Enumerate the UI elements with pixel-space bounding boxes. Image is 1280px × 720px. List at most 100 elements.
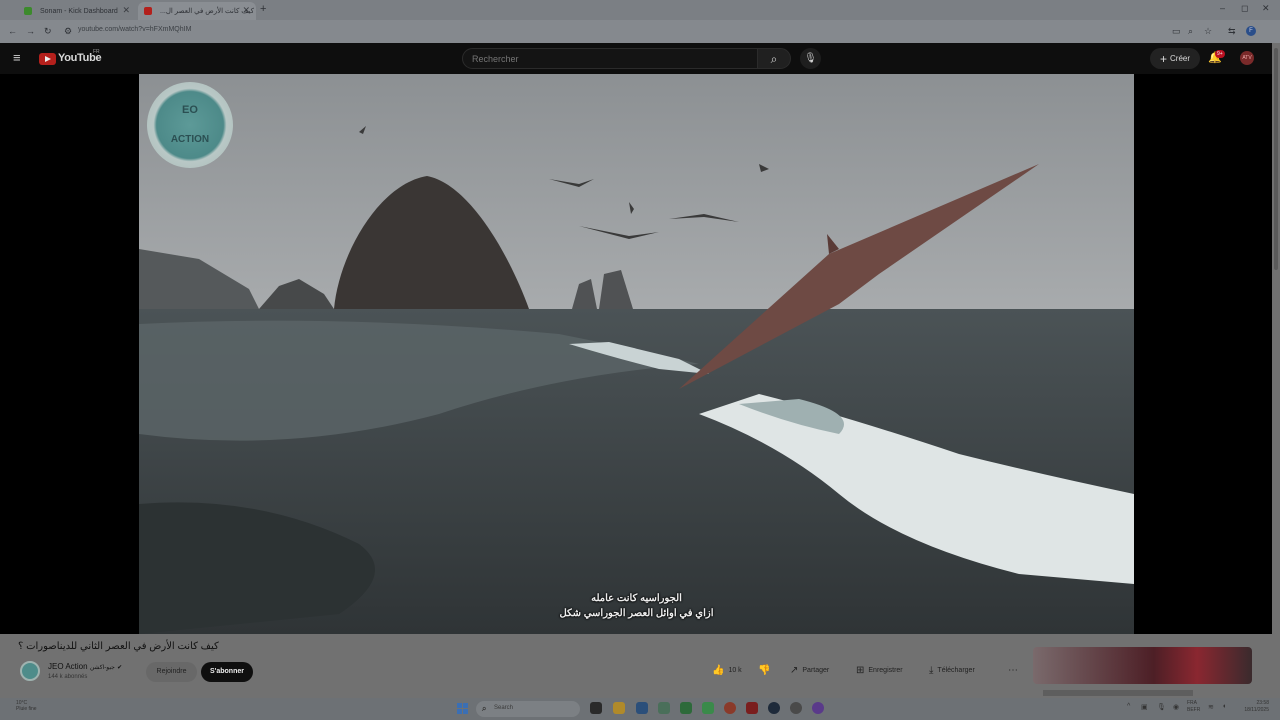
back-icon[interactable]: ← — [8, 26, 17, 36]
more-icon: ⋯ — [1008, 665, 1018, 676]
download-button[interactable]: ⤓ Télécharger — [929, 665, 975, 676]
maximize-button[interactable]: ◻ — [1241, 3, 1248, 14]
address-bar-row — [0, 20, 1280, 43]
close-window-button[interactable]: ✕ — [1262, 3, 1270, 14]
subscribe-button[interactable]: S'abonner — [201, 662, 253, 682]
file-explorer-icon[interactable] — [613, 702, 625, 714]
voice-search-button[interactable]: 🎙 — [800, 48, 821, 69]
channel-watermark-logo: EO ACTION — [147, 82, 233, 168]
taskbar-search[interactable]: ⌕ Search — [476, 701, 580, 717]
tab-kick-dashboard[interactable]: Sonam - Kick Dashboard ✕ — [18, 2, 136, 20]
reload-icon[interactable]: ↻ — [44, 26, 52, 37]
clock-date: 18/11/2025 — [1244, 707, 1269, 713]
share-icon: ↗ — [790, 665, 799, 676]
zoom-icon[interactable]: ⌕ — [1188, 26, 1193, 37]
subscriber-count: 144 k abonnés — [48, 674, 88, 680]
verified-icon: ✔ — [117, 665, 123, 671]
extensions-icon[interactable]: ⇆ — [1228, 26, 1236, 37]
youtube-favicon-icon — [144, 7, 152, 15]
subtitle-line-2: ازاي في اوائل العصر الجوراسي شكل — [559, 608, 714, 619]
video-title: كيف كانت الأرض في العصر الثاني للديناصور… — [18, 641, 219, 652]
site-info-icon[interactable]: ⚙ — [64, 26, 72, 37]
tab-title: Sonam - Kick Dashboard — [40, 7, 118, 15]
scrollbar-thumb[interactable] — [1274, 48, 1278, 270]
tab-youtube-video[interactable]: كيف كانت الأرض في العصر ال... ✕ — [138, 2, 256, 20]
download-icon: ⤓ — [929, 665, 934, 676]
recommended-video-title[interactable] — [1043, 690, 1193, 696]
forward-icon[interactable]: → — [26, 26, 35, 36]
weather-widget[interactable]: 10°C Pluie fine — [16, 700, 37, 712]
store-icon[interactable] — [636, 702, 648, 714]
minimize-button[interactable]: – — [1220, 3, 1225, 13]
language-code: FRA — [1187, 700, 1197, 706]
kick-favicon-icon — [24, 7, 32, 15]
search-input[interactable] — [462, 48, 758, 69]
create-button[interactable]: + Créer — [1150, 48, 1200, 69]
microphone-icon: 🎙 — [804, 53, 817, 64]
recommended-video-thumbnail[interactable] — [1033, 647, 1252, 684]
search-icon: ⌕ — [770, 52, 778, 66]
app-icon[interactable] — [658, 702, 670, 714]
share-button[interactable]: ↗ Partager — [790, 665, 829, 676]
user-avatar[interactable]: ATV — [1240, 51, 1254, 65]
plus-icon: + — [1159, 51, 1167, 66]
close-tab-icon[interactable]: ✕ — [242, 5, 250, 16]
tab-title: كيف كانت الأرض في العصر ال... — [160, 8, 254, 15]
share-label: Partager — [802, 667, 830, 674]
save-button[interactable]: ⊞ Enregistrer — [856, 665, 903, 676]
create-label: Créer — [1170, 54, 1191, 63]
channel-name-text: JEO Action — [48, 662, 88, 671]
wifi-icon[interactable]: ≋ — [1208, 703, 1214, 711]
search-button[interactable]: ⌕ — [757, 48, 791, 69]
volume-icon[interactable]: ◖ — [1222, 703, 1226, 710]
youtube-logo-icon[interactable] — [39, 53, 56, 65]
language-indicator[interactable]: FRA BEFR — [1187, 700, 1200, 714]
tray-mic-icon[interactable]: 🎙 — [1157, 703, 1166, 711]
new-tab-button[interactable]: + — [260, 3, 266, 15]
steam-icon[interactable] — [768, 702, 780, 714]
tray-app2-icon[interactable]: ◉ — [1173, 703, 1179, 711]
url-field[interactable]: youtube.com/watch?v=hFXmMQhIM — [78, 26, 191, 33]
clock-time: 23:58 — [1256, 700, 1269, 706]
region-code: FR — [93, 49, 100, 55]
like-button[interactable]: 👍 10 k — [712, 665, 742, 676]
whatsapp-icon[interactable] — [702, 702, 714, 714]
thumbs-up-icon: 👍 — [712, 665, 725, 676]
save-label: Enregistrer — [868, 667, 903, 674]
taskbar-search-placeholder: Search — [494, 705, 514, 711]
watermark-text-top: EO — [182, 104, 198, 116]
dislike-button[interactable]: 👎 — [758, 665, 770, 676]
search-icon: ⌕ — [482, 704, 487, 713]
channel-name-arabic: جيو-اكشن — [89, 665, 115, 671]
browser-profile-avatar[interactable]: F — [1246, 26, 1256, 36]
join-button[interactable]: Rejoindre — [146, 662, 197, 682]
taskbar-clock[interactable]: 23:58 18/11/2025 — [1237, 700, 1269, 714]
acrobat-icon[interactable] — [746, 702, 758, 714]
bookmark-icon: ⊞ — [856, 665, 865, 676]
notification-badge: 9+ — [1215, 50, 1225, 58]
more-actions-button[interactable]: ⋯ — [1008, 665, 1018, 676]
cast-icon[interactable]: ▭ — [1172, 26, 1181, 37]
menu-icon[interactable]: ≡ — [13, 51, 21, 64]
channel-avatar[interactable] — [20, 661, 40, 681]
video-frame[interactable] — [139, 74, 1134, 634]
thumbs-down-icon: 👎 — [758, 665, 771, 676]
excel-icon[interactable] — [680, 702, 692, 714]
like-count: 10 k — [728, 667, 742, 674]
channel-name[interactable]: JEO Action جيو-اكشن ✔ — [48, 662, 122, 671]
messenger-icon[interactable] — [812, 702, 824, 714]
weather-desc: Pluie fine — [16, 706, 37, 712]
settings-icon[interactable] — [790, 702, 802, 714]
tray-chevron-icon[interactable]: ^ — [1127, 703, 1130, 710]
chrome-icon[interactable] — [724, 702, 736, 714]
close-tab-icon[interactable]: ✕ — [122, 5, 130, 16]
start-button[interactable] — [457, 703, 468, 714]
video-scene — [139, 74, 1134, 634]
download-label: Télécharger — [937, 667, 975, 674]
subtitle-line-1: الجوراسيه كانت عامله — [591, 593, 682, 604]
watermark-text-bottom: ACTION — [170, 134, 210, 145]
bookmark-star-icon[interactable]: ☆ — [1204, 26, 1212, 37]
language-layout: BEFR — [1187, 707, 1201, 713]
task-view-icon[interactable] — [590, 702, 602, 714]
tray-app-icon[interactable]: ▣ — [1141, 703, 1148, 711]
